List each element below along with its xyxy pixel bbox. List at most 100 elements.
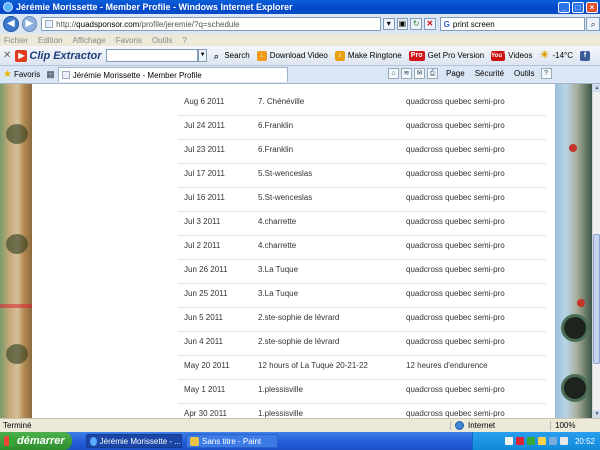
favorites-button[interactable]: ★ Favoris [3,69,40,80]
menu-view[interactable]: Affichage [72,36,105,45]
schedule-series: quadcross quebec semi-pro [406,145,505,154]
search-input[interactable]: G print screen [439,17,586,31]
menu-bar: Fichier Edition Affichage Favoris Outils… [0,34,600,46]
table-row: Jul 23 2011 6.Franklin quadcross quebec se… [178,140,546,164]
clip-search-label: Search [224,51,250,60]
magnifier-icon: ⌕ [213,50,219,61]
schedule-series: quadcross quebec semi-pro [406,97,505,106]
start-button[interactable]: démarrer [0,432,72,450]
schedule-event: 4.charrette [258,217,297,226]
tray-safely-remove-icon[interactable] [559,437,568,445]
table-row: May 20 2011 12 hours of La Tuque 20-21-22… [178,356,546,380]
menu-help[interactable]: ? [182,36,186,45]
minimize-button[interactable]: _ [558,1,570,13]
start-label: démarrer [17,435,65,447]
stop-icon[interactable]: ✕ [423,18,436,30]
schedule-date: Jun 26 2011 [184,265,228,274]
tray-volume-icon[interactable] [537,437,546,445]
address-input[interactable]: http:// quadsponsor.com /profile/jeremie… [41,17,381,31]
schedule-series: quadcross quebec semi-pro [406,313,505,322]
facebook-button[interactable]: f [580,50,593,61]
ie-task-icon [90,436,97,446]
menu-file[interactable]: Fichier [4,36,28,45]
tools-menu[interactable]: Outils [514,69,534,78]
favorites-label: Favoris [13,70,41,79]
menu-tools[interactable]: Outils [152,36,172,45]
tab-member-profile[interactable]: Jérémie Morissette - Member Profile [57,67,288,82]
vertical-scrollbar[interactable]: ▲ ▼ [592,84,600,418]
make-ringtone-label: Make Ringtone [347,51,402,60]
tray-app-icon[interactable] [504,437,513,445]
zoom-level[interactable]: 100% [550,421,600,430]
scrollbar-thumb[interactable] [593,234,600,364]
schedule-series: quadcross quebec semi-pro [406,241,505,250]
mail-icon[interactable]: ✉ [414,68,425,79]
back-button[interactable]: ◀ [3,16,19,32]
help-icon[interactable]: ? [540,68,552,79]
make-ringtone-button[interactable]: ♪ Make Ringtone [334,50,402,61]
feeds-icon[interactable]: ≋ [401,68,412,79]
table-row: Jul 17 2011 5.St-wenceslas quadcross quebe… [178,164,546,188]
scroll-up-icon[interactable]: ▲ [593,84,600,92]
clock: 20:52 [574,436,595,446]
security-zone[interactable]: Internet [450,421,550,430]
table-row: Jun 26 2011 3.La Tuque quadcross quebec se… [178,260,546,284]
forward-button[interactable]: ▶ [21,16,38,32]
schedule-series: quadcross quebec semi-pro [406,121,505,130]
windows-flag-icon [4,436,14,446]
schedule-date: Apr 30 2011 [184,409,227,418]
schedule-series: quadcross quebec semi-pro [406,409,505,418]
address-dropdown-icon[interactable]: ▾ [382,18,395,30]
weather-sun-icon: ☀ [539,49,549,61]
refresh-icon[interactable]: ↻ [410,18,422,30]
taskbar-item-ie[interactable]: Jérémie Morissette - ... [86,434,182,448]
menu-favorites[interactable]: Favoris [116,36,142,45]
schedule-series: quadcross quebec semi-pro [406,385,505,394]
page-menu[interactable]: Page [446,69,465,78]
videos-button[interactable]: You Tube Videos [491,50,532,61]
schedule-event: 12 hours of La Tuque 20-21-22 [258,361,368,370]
print-icon[interactable]: ⎙ [427,68,438,79]
get-pro-button[interactable]: Pro Get Pro Version [408,50,484,61]
toolbar-close-icon[interactable]: ✕ [3,50,11,61]
schedule-event: 6.Franklin [258,145,294,154]
table-row: Jul 24 2011 6.Franklin quadcross quebec se… [178,116,546,140]
facebook-icon: f [580,50,590,61]
globe-icon [455,421,464,430]
schedule-event: 4.charrette [258,241,297,250]
tray-antivirus-icon[interactable] [515,437,524,445]
window-titlebar: Jérémie Morissette - Member Profile - Wi… [0,0,600,14]
search-icon[interactable]: ⌕ [586,17,600,31]
table-row: Jul 16 2011 5.St-wenceslas quadcross quebe… [178,188,546,212]
clip-extractor-logo[interactable]: ▶ Clip Extractor [15,49,102,62]
schedule-date: Jun 4 2011 [184,337,223,346]
schedule-date: May 1 2011 [184,385,226,394]
url-path: /profile/jeremie/?q=schedule [139,19,240,29]
quick-tabs-icon[interactable]: ▦ [46,69,55,80]
system-tray: 20:52 [472,432,600,450]
home-icon[interactable]: ⌂ [388,68,399,79]
table-row: Apr 30 2011 1.plessisville quadcross quebe… [178,404,546,418]
menu-edit[interactable]: Edition [38,36,62,45]
weather-button[interactable]: ☀ -14°C [539,49,573,61]
compatibility-icon[interactable]: ▣ [396,18,409,30]
tray-network-icon[interactable] [526,437,535,445]
download-icon: ↓ [256,50,267,61]
download-video-button[interactable]: ↓ Download Video [256,50,328,61]
taskbar-item-paint[interactable]: Sans titre - Paint [186,434,278,448]
command-bar: ⌂ ≋ ✉ ⎙ Page Sécurité Outils ? [388,68,554,79]
window-title: Jérémie Morissette - Member Profile - Wi… [16,2,293,12]
table-row: Aug 6 2011 7. Chénéville quadcross quebec … [178,92,546,116]
maximize-button[interactable]: □ [572,1,584,13]
clip-search-dropdown-icon[interactable]: ▼ [197,49,208,62]
clip-search-input[interactable] [105,49,198,62]
search-value: print screen [452,19,495,29]
close-button[interactable]: × [586,1,598,13]
scroll-down-icon[interactable]: ▼ [593,410,600,418]
clip-extractor-toolbar: ✕ ▶ Clip Extractor ▼ ⌕ Search ↓ Download… [0,46,600,66]
ie-icon [3,2,13,12]
security-menu[interactable]: Sécurité [475,69,504,78]
tray-update-icon[interactable] [548,437,557,445]
status-text: Terminé [3,421,32,430]
clip-search-button[interactable]: ⌕ Search [211,50,250,61]
